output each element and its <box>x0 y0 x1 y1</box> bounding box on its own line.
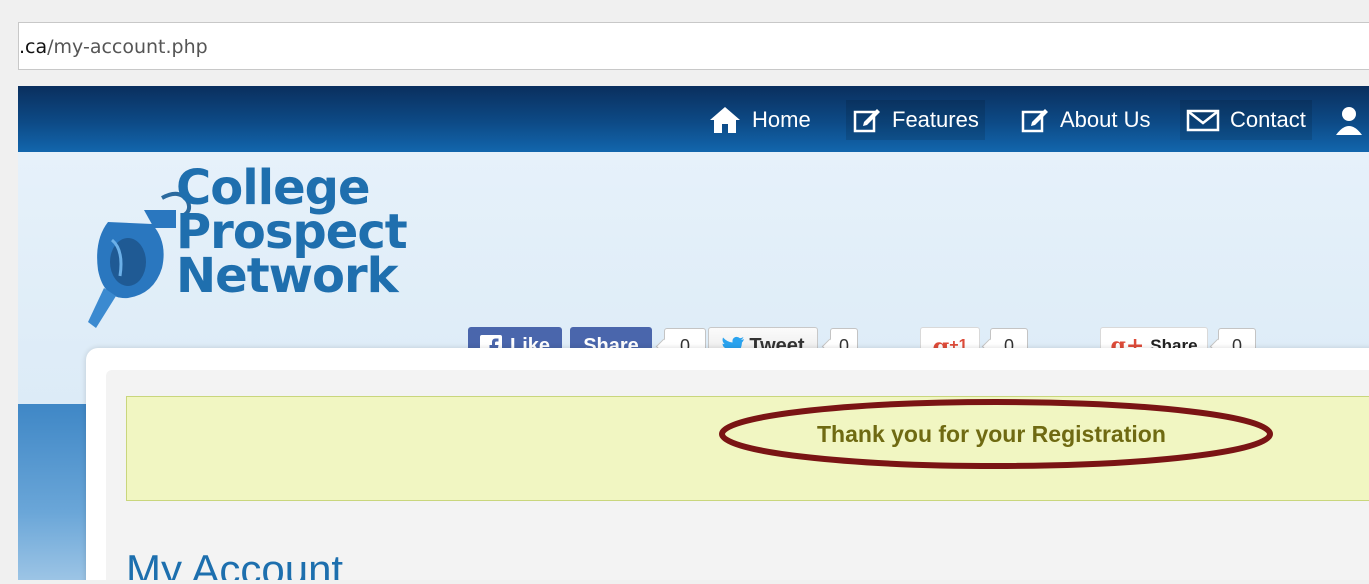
nav-item-features[interactable]: Features <box>846 100 985 140</box>
nav-label-features: Features <box>892 107 979 132</box>
top-navbar: Home Features About Us Contact <box>18 86 1369 152</box>
nav-label-contact: Contact <box>1230 107 1306 132</box>
logo-text: College Prospect Network <box>176 164 408 304</box>
nav-item-account[interactable] <box>1328 100 1369 140</box>
nav-label-home: Home <box>752 107 811 132</box>
mail-icon <box>1186 109 1220 132</box>
home-icon <box>710 107 740 133</box>
logo-line-network: Network <box>176 248 399 304</box>
highlight-ellipse <box>719 399 1273 469</box>
nav-label-about: About Us <box>1060 107 1151 132</box>
url-path: /my-account.php <box>47 36 208 58</box>
user-icon <box>1336 107 1362 135</box>
browser-window: .ca/my-account.php Home Features About U… <box>0 0 1369 584</box>
edit-icon <box>1021 109 1048 133</box>
page-title: My Account <box>126 546 344 580</box>
edit-icon <box>853 109 880 133</box>
nav-item-home[interactable]: Home <box>702 100 817 140</box>
nav-item-contact[interactable]: Contact <box>1180 100 1312 140</box>
nav-item-about[interactable]: About Us <box>1014 100 1157 140</box>
url-text[interactable]: .ca/my-account.php <box>19 36 208 58</box>
page-viewport: Home Features About Us Contact College P… <box>18 86 1369 580</box>
site-logo[interactable]: College Prospect Network <box>84 164 408 336</box>
address-bar[interactable]: .ca/my-account.php <box>18 22 1369 70</box>
left-decorative-column <box>18 404 86 580</box>
url-domain: .ca <box>19 36 48 58</box>
